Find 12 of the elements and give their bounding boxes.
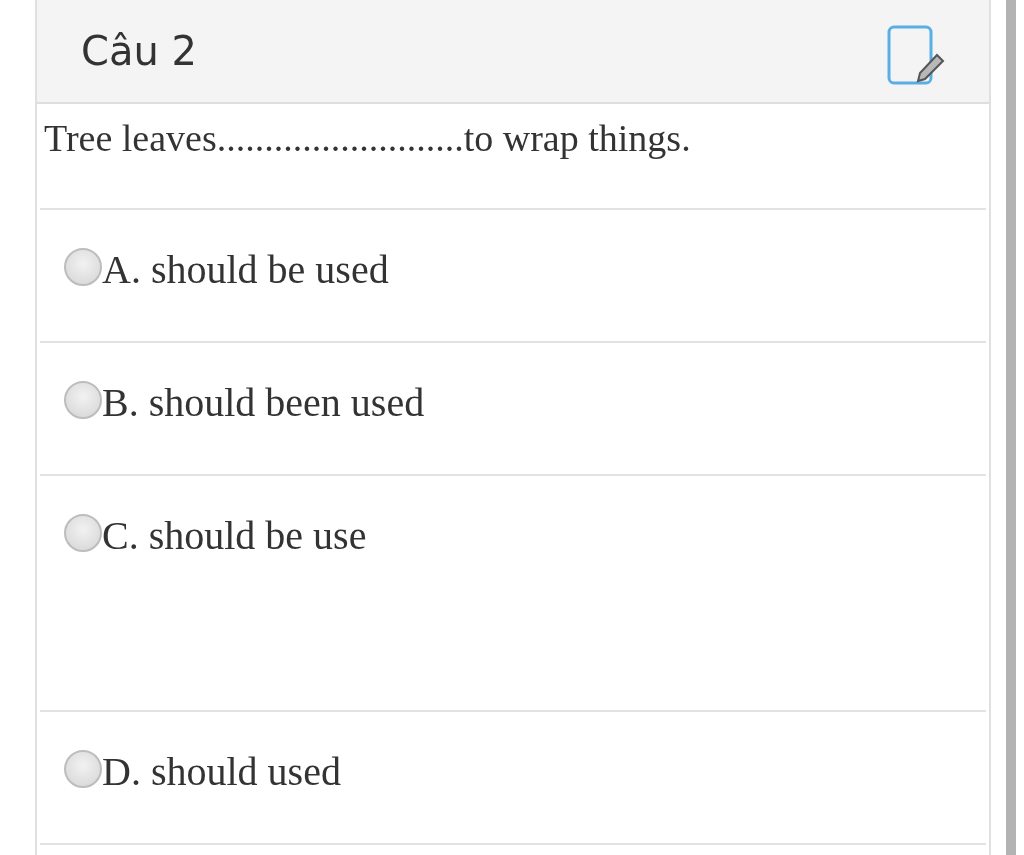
note-pencil-icon[interactable] — [887, 25, 945, 87]
radio-button[interactable] — [64, 381, 102, 419]
radio-button[interactable] — [64, 750, 102, 788]
radio-button[interactable] — [64, 514, 102, 552]
option-label[interactable]: D. should used — [102, 748, 341, 796]
scrollbar[interactable] — [1006, 0, 1016, 855]
question-title: Câu 2 — [81, 28, 197, 74]
option-label[interactable]: A. should be used — [102, 246, 389, 294]
option-label[interactable]: B. should been used — [102, 379, 425, 427]
radio-button[interactable] — [64, 248, 102, 286]
question-text: Tree leaves..........................to wrap things. — [40, 104, 986, 210]
option-label[interactable]: C. should be use — [102, 512, 367, 560]
